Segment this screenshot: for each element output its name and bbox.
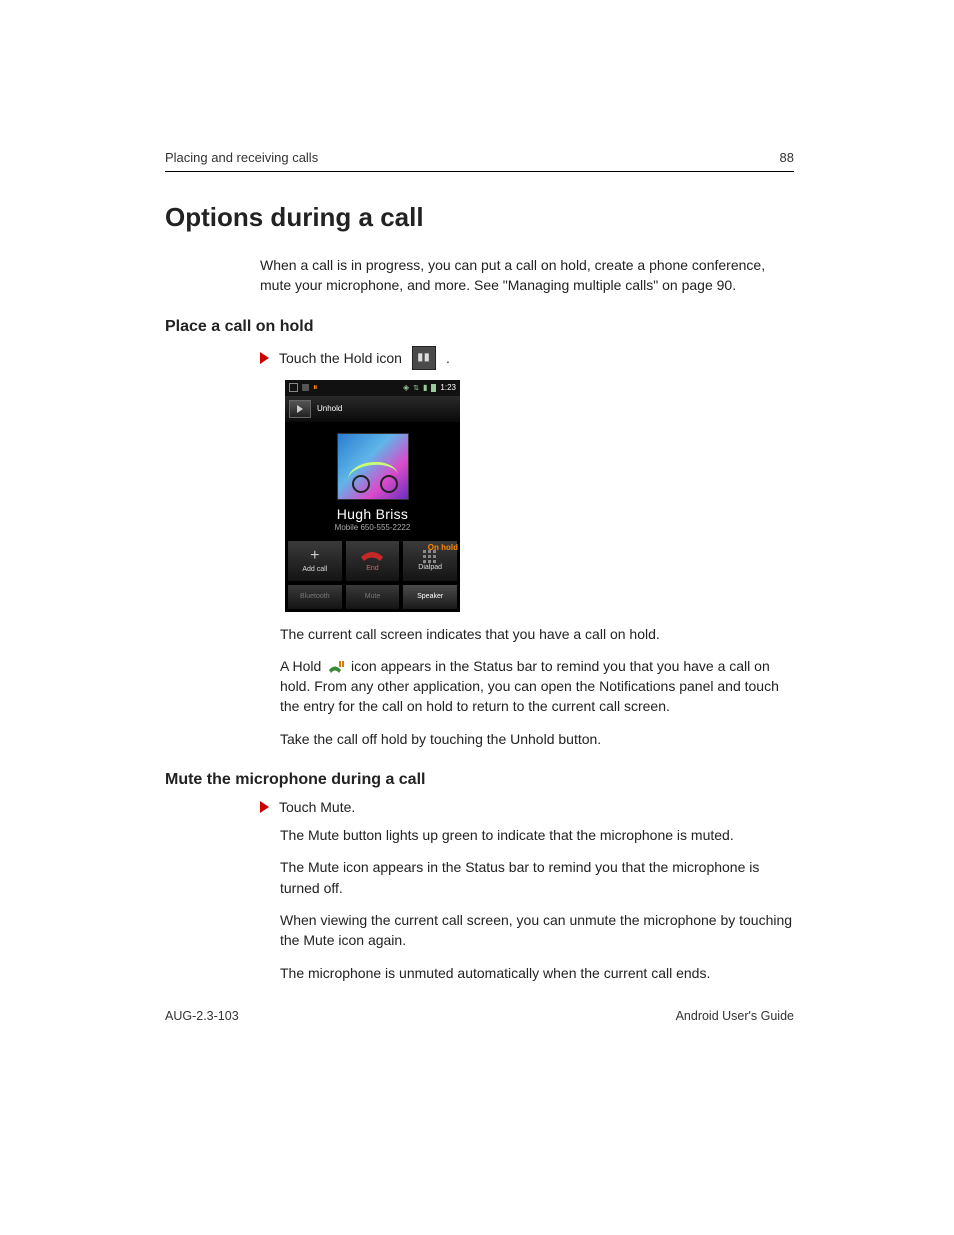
end-button[interactable]: End — [345, 540, 401, 582]
pause-icon: ▮▮ — [412, 346, 436, 370]
status-signal-icon: ▮ — [423, 383, 427, 392]
mute-p1: The Mute button lights up green to indic… — [280, 825, 794, 845]
hold-para1: The current call screen indicates that y… — [280, 624, 794, 644]
dialpad-icon — [423, 550, 438, 562]
contact-name: Hugh Briss — [337, 506, 408, 522]
triangle-bullet-icon — [260, 801, 269, 813]
hangup-icon — [359, 549, 385, 563]
addcall-button[interactable]: + Add call — [287, 540, 343, 582]
unhold-row[interactable]: Unhold — [285, 396, 460, 423]
section-heading-mute: Mute the microphone during a call — [165, 771, 794, 789]
status-app-icon — [302, 384, 309, 391]
contact-area: On hold Hugh Briss Mobile 650-555-2222 — [285, 423, 460, 538]
hold-para3: Take the call off hold by touching the U… — [280, 729, 794, 749]
plus-icon: + — [310, 548, 319, 564]
header-section: Placing and receiving calls — [165, 150, 318, 165]
mute-p4: The microphone is unmuted automatically … — [280, 963, 794, 983]
mute-p2: The Mute icon appears in the Status bar … — [280, 857, 794, 898]
step-hold: Touch the Hold icon ▮▮ . — [260, 346, 794, 370]
section-heading-hold: Place a call on hold — [165, 318, 794, 336]
mute-button[interactable]: Mute — [345, 584, 401, 610]
play-icon — [297, 405, 303, 413]
bluetooth-button[interactable]: Bluetooth — [287, 584, 343, 610]
intro-paragraph: When a call is in progress, you can put … — [260, 255, 794, 296]
status-notif-icon — [289, 383, 298, 392]
mute-step-text: Touch Mute. — [279, 799, 355, 815]
status-hold-icon: ⏸ — [313, 382, 318, 393]
triangle-bullet-icon — [260, 352, 269, 364]
hold-status-icon — [327, 659, 345, 675]
footer-left: AUG-2.3-103 — [165, 1009, 239, 1023]
status-bar: ⏸ ◈ ⇅ ▮ 1:23 — [285, 380, 460, 396]
step-text: Touch the Hold icon — [279, 350, 402, 366]
running-header: Placing and receiving calls 88 — [165, 150, 794, 172]
step-mute: Touch Mute. — [260, 799, 794, 815]
phone-screenshot: ⏸ ◈ ⇅ ▮ 1:23 Unhold On hold Hugh Briss M… — [285, 380, 460, 612]
unhold-button[interactable] — [289, 400, 311, 418]
status-3g-icon: ⇅ — [413, 384, 419, 392]
contact-number: Mobile 650-555-2222 — [335, 523, 411, 532]
hold-para2: A Hold icon appears in the Status bar to… — [280, 656, 794, 717]
contact-photo — [337, 433, 409, 500]
unhold-label: Unhold — [317, 404, 342, 413]
footer-right: Android User's Guide — [676, 1009, 794, 1023]
status-time: 1:23 — [440, 383, 456, 392]
onhold-badge: On hold — [428, 543, 458, 552]
mute-p3: When viewing the current call screen, yo… — [280, 910, 794, 951]
header-page-number: 88 — [780, 150, 794, 165]
speaker-button[interactable]: Speaker — [402, 584, 458, 610]
step-after: . — [446, 350, 450, 366]
status-gps-icon: ◈ — [403, 383, 409, 392]
doc-footer: AUG-2.3-103 Android User's Guide — [165, 1009, 794, 1023]
page-title: Options during a call — [165, 202, 794, 233]
status-battery-icon — [431, 384, 436, 392]
